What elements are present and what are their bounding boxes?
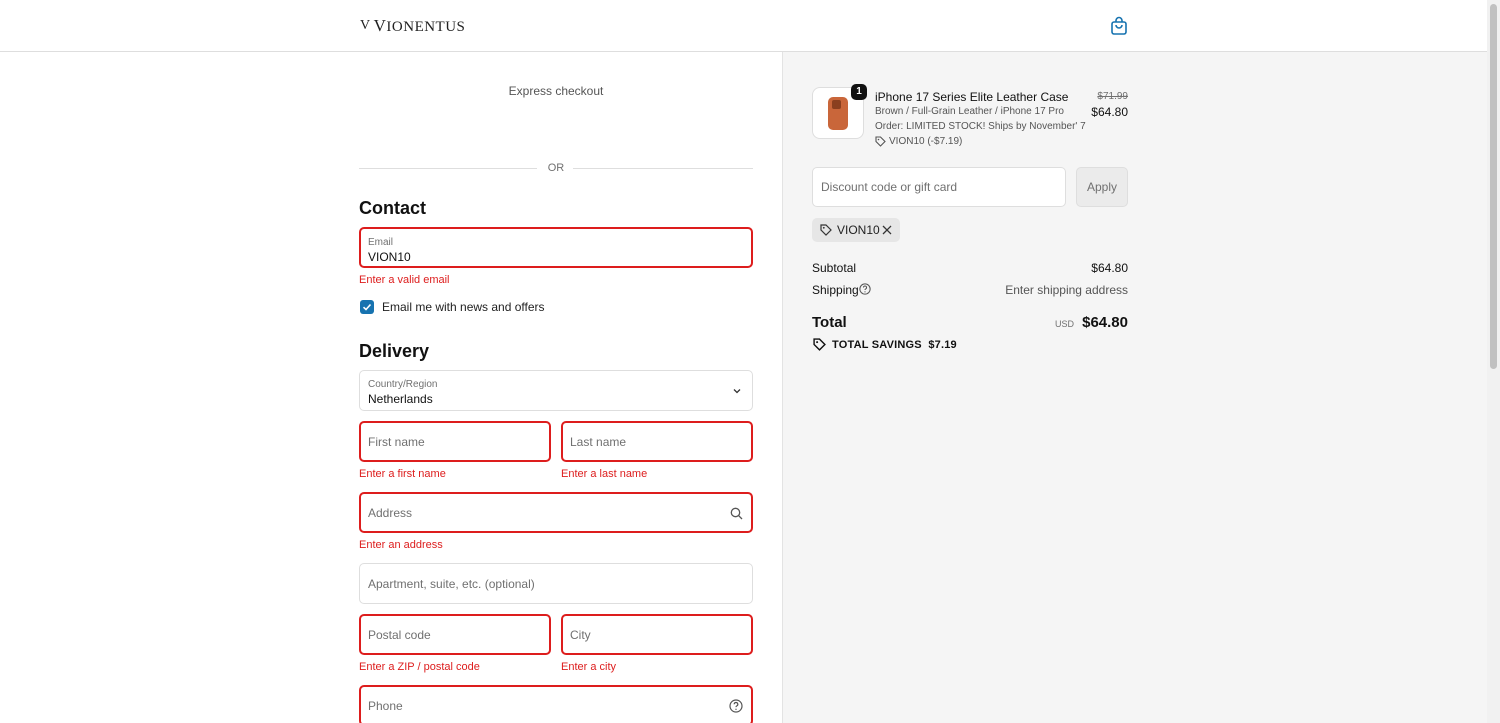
city-field[interactable]: City <box>561 614 753 655</box>
help-circle-icon[interactable] <box>859 283 871 295</box>
total-currency: USD <box>1054 319 1074 329</box>
logo-mark: V <box>360 18 371 33</box>
or-text: OR <box>547 162 565 174</box>
or-divider: OR <box>359 162 753 176</box>
logo-initial: V <box>373 16 387 35</box>
chevron-down-icon <box>733 389 741 394</box>
logo-text: IONENTUS <box>386 19 466 35</box>
discount-placeholder: Discount code or gift card <box>821 180 958 194</box>
shipping-value: Enter shipping address <box>1005 283 1128 297</box>
address-field[interactable]: Address <box>359 492 753 533</box>
apartment-placeholder: Apartment, suite, etc. (optional) <box>368 576 535 591</box>
close-icon[interactable] <box>882 225 892 235</box>
phone-placeholder: Phone <box>368 698 403 713</box>
apply-discount-button[interactable]: Apply <box>1076 167 1128 207</box>
applied-code: VION10 <box>837 223 880 237</box>
scrollbar-thumb[interactable] <box>1490 4 1497 369</box>
last-name-field[interactable]: Last name <box>561 421 753 462</box>
product-order-note: Order: LIMITED STOCK! Ships by November'… <box>875 121 1086 132</box>
shipping-label: Shipping <box>812 283 859 297</box>
email-label: Email <box>368 237 394 248</box>
savings-value: $7.19 <box>928 339 957 351</box>
country-select[interactable]: Country/Region Netherlands <box>359 370 753 411</box>
address-placeholder: Address <box>368 505 413 520</box>
quantity-badge: 1 <box>851 84 867 100</box>
product-variant: Brown / Full-Grain Leather / iPhone 17 P… <box>875 106 1064 117</box>
discount-tag-icon <box>820 224 832 236</box>
country-value: Netherlands <box>368 392 433 406</box>
first-name-placeholder: First name <box>368 434 425 449</box>
subtotal-value: $64.80 <box>1091 261 1128 275</box>
product-price: $64.80 <box>1091 105 1128 119</box>
product-discount-line: VION10 (-$7.19) <box>889 136 963 147</box>
phone-field[interactable]: Phone <box>359 685 753 723</box>
applied-discount-tag: VION10 <box>812 218 900 242</box>
total-label: Total <box>812 314 847 331</box>
page-scrollbar[interactable] <box>1487 0 1500 723</box>
email-field[interactable]: Email VION10 <box>359 227 753 268</box>
country-label: Country/Region <box>368 379 438 390</box>
subtotal-label: Subtotal <box>812 261 857 275</box>
order-summary-panel <box>782 52 1487 723</box>
help-circle-icon[interactable] <box>729 699 743 713</box>
last-name-placeholder: Last name <box>570 434 627 449</box>
shopping-bag-icon[interactable] <box>1110 16 1128 36</box>
savings-label: TOTAL SAVINGS <box>832 339 922 351</box>
city-placeholder: City <box>570 627 591 642</box>
newsletter-label[interactable]: Email me with news and offers <box>382 300 545 314</box>
total-savings: TOTAL SAVINGS $7.19 <box>832 339 957 351</box>
product-image-camera <box>832 100 841 109</box>
contact-heading: Contact <box>359 198 426 218</box>
product-title: iPhone 17 Series Elite Leather Case <box>875 90 1069 104</box>
first-name-field[interactable]: First name <box>359 421 551 462</box>
postal-code-placeholder: Postal code <box>368 627 431 642</box>
email-value: VION10 <box>368 250 411 264</box>
savings-tag-icon <box>813 338 826 351</box>
first-name-error: Enter a first name <box>359 468 446 480</box>
discount-code-input[interactable]: Discount code or gift card <box>812 167 1066 207</box>
apartment-field[interactable]: Apartment, suite, etc. (optional) <box>359 563 753 604</box>
postal-code-field[interactable]: Postal code <box>359 614 551 655</box>
store-logo[interactable]: V VIONENTUS <box>360 16 465 36</box>
address-error: Enter an address <box>359 539 443 551</box>
newsletter-checkbox[interactable] <box>360 300 374 314</box>
original-price: $71.99 <box>1097 91 1128 102</box>
checkmark-icon <box>362 303 372 311</box>
site-header: V VIONENTUS <box>0 0 1487 52</box>
delivery-heading: Delivery <box>359 341 430 361</box>
discount-tag-icon <box>875 136 886 147</box>
last-name-error: Enter a last name <box>561 468 648 480</box>
city-error: Enter a city <box>561 661 617 673</box>
express-checkout-label: Express checkout <box>508 84 604 98</box>
postal-code-error: Enter a ZIP / postal code <box>359 661 480 673</box>
email-error: Enter a valid email <box>359 274 450 286</box>
total-value: $64.80 <box>1082 314 1128 331</box>
search-icon <box>730 507 743 520</box>
